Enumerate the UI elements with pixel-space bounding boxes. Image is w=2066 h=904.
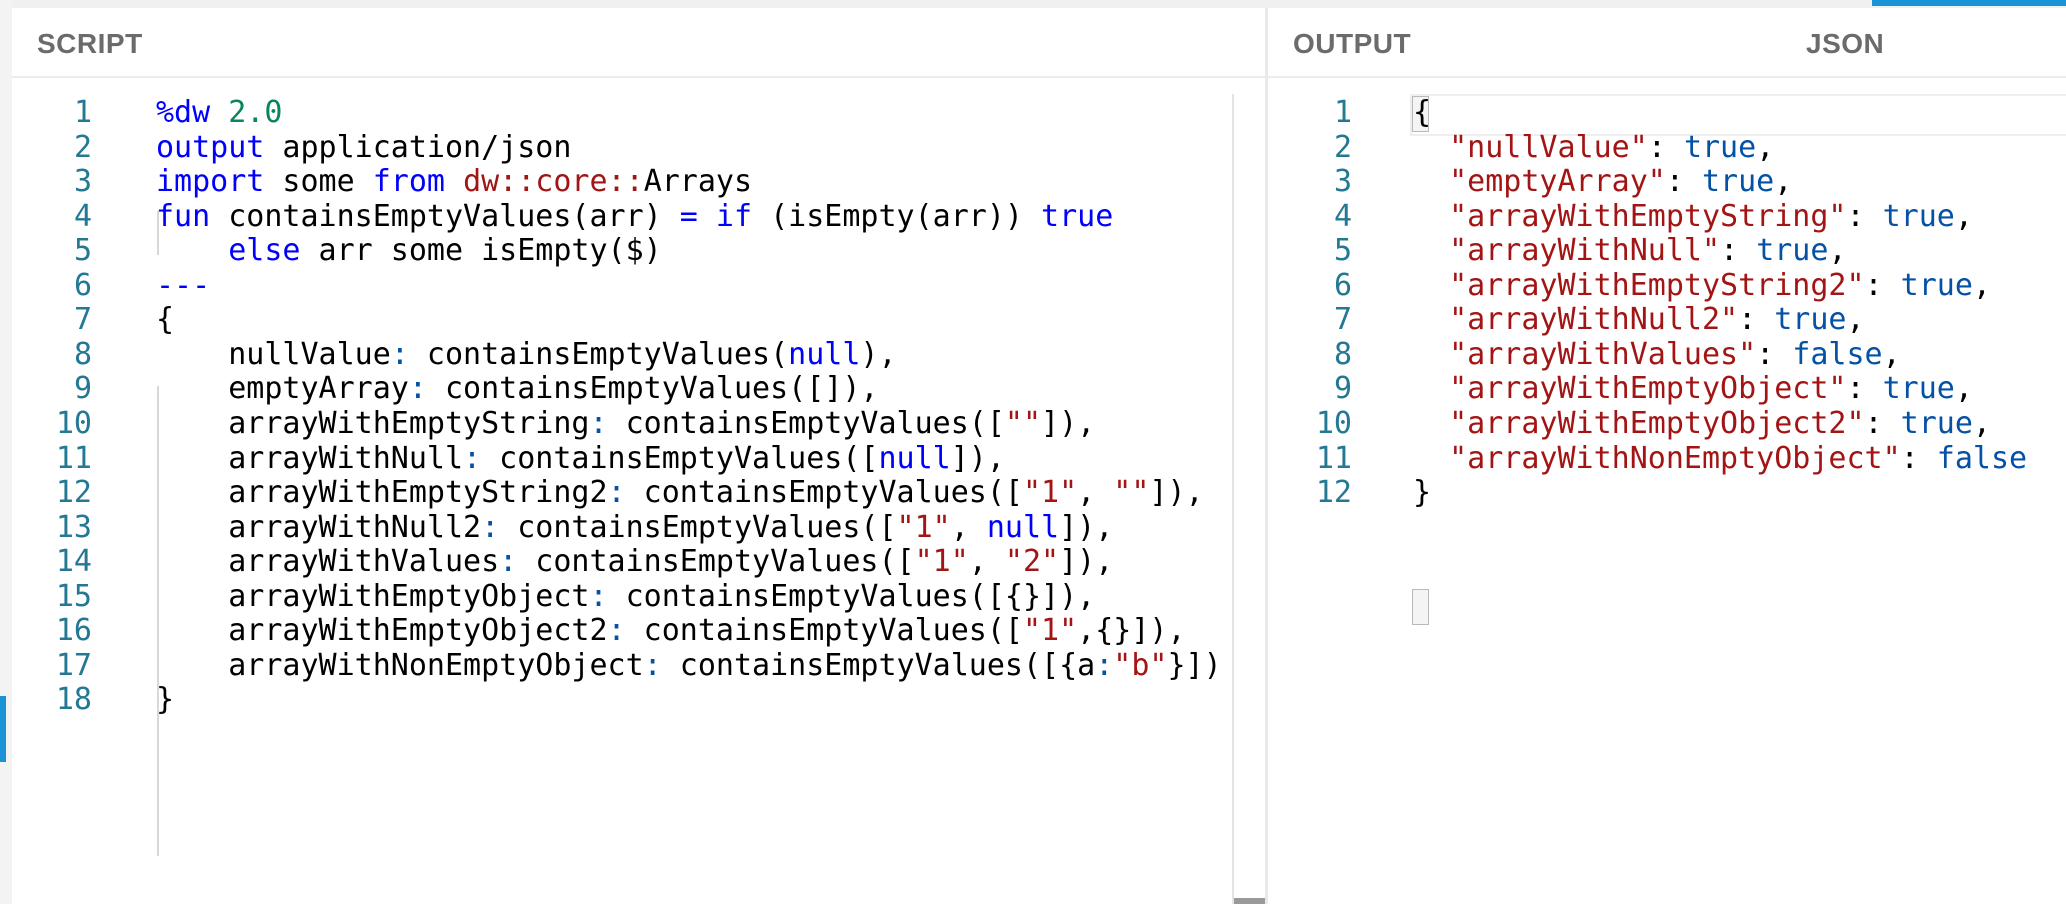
script-panel-header: SCRIPT (12, 8, 1265, 78)
bracket-match-close (1412, 589, 1429, 625)
script-scroll-thumb[interactable] (1234, 898, 1266, 904)
output-code-text: } (1413, 475, 1432, 511)
script-scroll-track[interactable] (1232, 94, 1234, 904)
line-number: 12 (1315, 475, 1352, 511)
output-panel: OUTPUT JSON 1{2 "nullValue": true, 3 "emp… (1268, 8, 2066, 904)
script-line[interactable]: 18} (12, 677, 1265, 722)
script-code-text: } (156, 682, 175, 718)
output-line[interactable]: 12} (1268, 470, 2066, 515)
output-panel-title: OUTPUT (1293, 28, 1412, 59)
active-tab-indicator (1872, 0, 2066, 6)
left-gutter-bar (0, 0, 12, 904)
output-format-label[interactable]: JSON (1806, 28, 1884, 60)
output-panel-header: OUTPUT JSON (1268, 8, 2066, 78)
top-border (0, 0, 2066, 8)
script-panel-title: SCRIPT (37, 28, 143, 59)
script-editor[interactable]: 1 %dw 2.0 2 output application/json 3 import … (12, 78, 1265, 904)
left-active-marker (0, 696, 6, 762)
output-editor[interactable]: 1{2 "nullValue": true, 3 "emptyArray": tr… (1268, 78, 2066, 904)
line-number: 18 (55, 682, 92, 718)
script-panel: SCRIPT 1 %dw 2.0 2 output application/json 3… (12, 8, 1266, 904)
